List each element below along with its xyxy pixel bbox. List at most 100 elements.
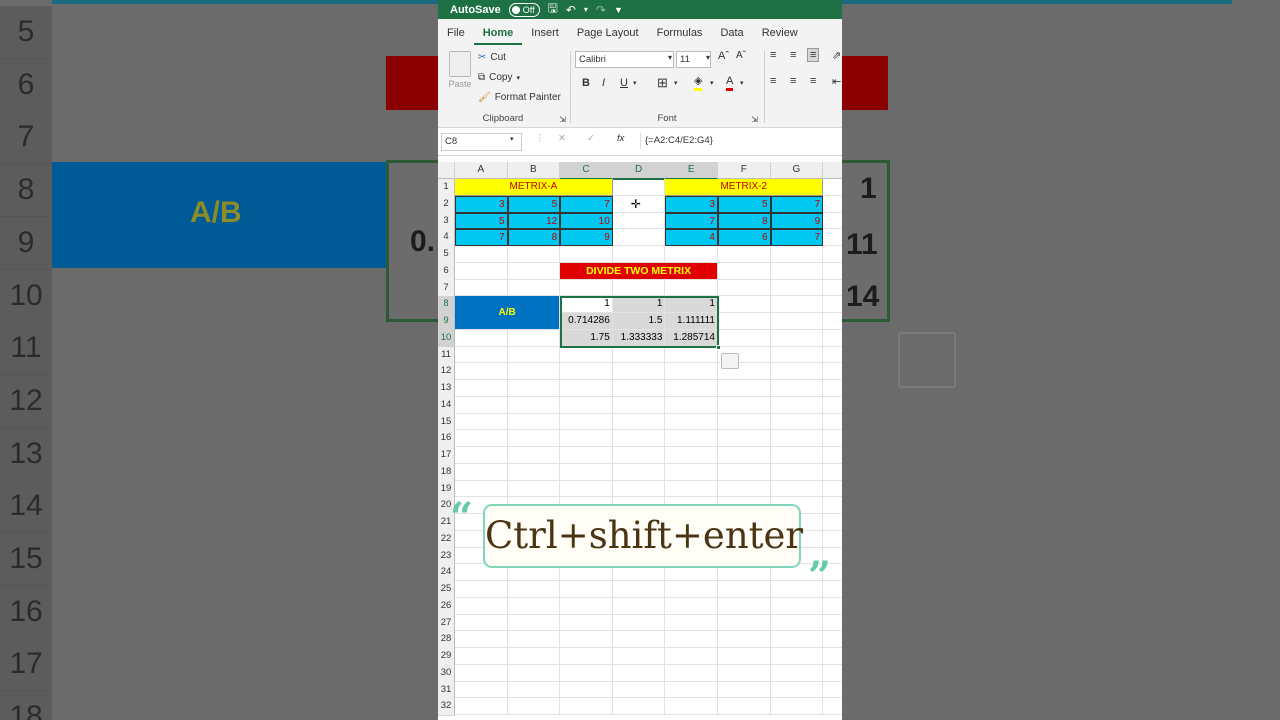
grid-cell[interactable] (507, 614, 561, 632)
matrix-a-cell[interactable]: 3 (455, 195, 508, 213)
save-icon[interactable]: 🖫 (548, 0, 558, 20)
copy-button[interactable]: ⧉ Copy ▾ (478, 72, 520, 83)
tab-page-layout[interactable]: Page Layout (568, 27, 648, 45)
matrix-a-cell[interactable]: 7 (455, 229, 508, 246)
grid-cell[interactable] (560, 581, 613, 598)
grid-cell[interactable] (507, 329, 561, 347)
grid-cell[interactable] (612, 346, 666, 364)
grid-cell[interactable] (665, 581, 718, 598)
underline-dropdown-icon[interactable]: ▾ (633, 79, 637, 87)
grid-cell[interactable] (455, 614, 508, 632)
grid-cell[interactable] (823, 698, 842, 715)
grid-cell[interactable] (612, 363, 666, 380)
row-header-11[interactable]: 11 (438, 346, 455, 365)
row-header-25[interactable]: 25 (438, 581, 455, 599)
grid-cell[interactable] (455, 262, 508, 280)
grid-cell[interactable] (770, 480, 824, 498)
orientation-icon[interactable]: ⇗ (832, 49, 841, 62)
grid-cell[interactable] (823, 464, 842, 481)
matrix-b-cell[interactable]: 8 (718, 212, 771, 230)
align-top-icon[interactable]: ≡ (770, 49, 776, 61)
font-size-dropdown-icon[interactable]: ▾ (706, 53, 710, 62)
column-header-e[interactable]: E (665, 162, 718, 180)
grid-cell[interactable] (770, 363, 824, 380)
grid-cell[interactable] (612, 212, 666, 230)
grid-cell[interactable] (612, 246, 666, 263)
tab-file[interactable]: File (438, 27, 474, 45)
grid-cell[interactable] (823, 229, 842, 246)
matrix-a-cell[interactable]: 5 (455, 212, 508, 230)
grid-cell[interactable] (665, 413, 718, 431)
row-header-26[interactable]: 26 (438, 597, 455, 616)
grid-cell[interactable] (612, 430, 666, 447)
select-all-corner[interactable] (438, 162, 455, 179)
grid-cell[interactable] (612, 463, 666, 481)
tab-home[interactable]: Home (473, 27, 523, 45)
formula-input[interactable]: {=A2:C4/E2:G4} (640, 133, 842, 149)
grid-cell[interactable] (612, 396, 666, 414)
autosave-toggle[interactable]: Off (508, 2, 540, 17)
row-header-5[interactable]: 5 (438, 246, 455, 264)
grid-cell[interactable] (770, 313, 824, 330)
grid-cell[interactable] (665, 430, 718, 447)
matrix-b-cell[interactable]: 7 (665, 212, 718, 230)
grid-cell[interactable] (665, 246, 718, 263)
grid-cell[interactable] (455, 413, 508, 431)
font-launcher-icon[interactable]: ⇲ (751, 115, 758, 124)
grid-cell[interactable] (718, 597, 771, 615)
font-name-dropdown-icon[interactable]: ▾ (668, 53, 672, 62)
grid-cell[interactable] (560, 480, 613, 498)
grid-cell[interactable] (612, 229, 666, 246)
grid-cell[interactable] (612, 447, 666, 464)
grid-cell[interactable] (560, 698, 613, 715)
grid-cell[interactable] (718, 380, 771, 397)
grid-cell[interactable] (560, 430, 613, 447)
grid-cell[interactable] (770, 698, 824, 715)
grid-cell[interactable] (665, 664, 718, 682)
grid-cell[interactable] (507, 346, 561, 364)
grid-cell[interactable] (560, 664, 613, 682)
clipboard-launcher-icon[interactable]: ⇲ (559, 115, 566, 124)
grid-cell[interactable] (665, 463, 718, 481)
paste-options-icon[interactable] (721, 352, 739, 369)
bold-button[interactable]: B (582, 77, 590, 89)
matrix-a-cell[interactable]: 12 (507, 212, 561, 230)
matrix-b-title[interactable]: METRIX-2 (665, 179, 824, 196)
column-header-g[interactable]: G (770, 162, 824, 179)
grid-cell[interactable] (823, 481, 842, 498)
undo-dropdown-icon[interactable]: ▾ (584, 5, 588, 14)
row-header-15[interactable]: 15 (438, 413, 455, 432)
grid-cell[interactable] (507, 631, 561, 648)
grid-cell[interactable] (560, 279, 613, 297)
grid-cell[interactable] (718, 447, 771, 464)
row-header-9[interactable]: 9 (438, 313, 455, 331)
grid-cell[interactable] (560, 346, 613, 364)
grid-cell[interactable] (770, 262, 824, 280)
grid-cell[interactable] (718, 246, 771, 263)
grid-cell[interactable] (560, 413, 613, 431)
grid-cell[interactable] (770, 614, 824, 632)
format-painter-button[interactable]: 🖌 Format Painter (478, 92, 561, 103)
grid-cell[interactable] (455, 447, 508, 464)
grid-cell[interactable] (612, 631, 666, 648)
fill-color-dropdown-icon[interactable]: ▾ (710, 79, 714, 87)
enter-icon[interactable]: ✓ (587, 133, 595, 144)
grid-cell[interactable] (770, 413, 824, 431)
grid-cell[interactable] (823, 347, 842, 364)
grid-cell[interactable] (560, 396, 613, 414)
grid-cell[interactable] (718, 698, 771, 715)
row-header-14[interactable]: 14 (438, 396, 455, 415)
grid-cell[interactable] (823, 631, 842, 648)
grid-cell[interactable] (665, 597, 718, 615)
grid-cell[interactable] (560, 380, 613, 397)
grid-cell[interactable] (612, 380, 666, 397)
grid-cell[interactable] (770, 463, 824, 481)
align-right-icon[interactable]: ≡ (810, 75, 816, 87)
grid-cell[interactable] (823, 246, 842, 263)
row-header-8[interactable]: 8 (438, 296, 455, 314)
grid-cell[interactable] (823, 615, 842, 632)
grid-cell[interactable] (455, 329, 508, 347)
row-header-4[interactable]: 4 (438, 229, 455, 247)
grid-cell[interactable] (507, 664, 561, 682)
row-header-3[interactable]: 3 (438, 212, 455, 231)
